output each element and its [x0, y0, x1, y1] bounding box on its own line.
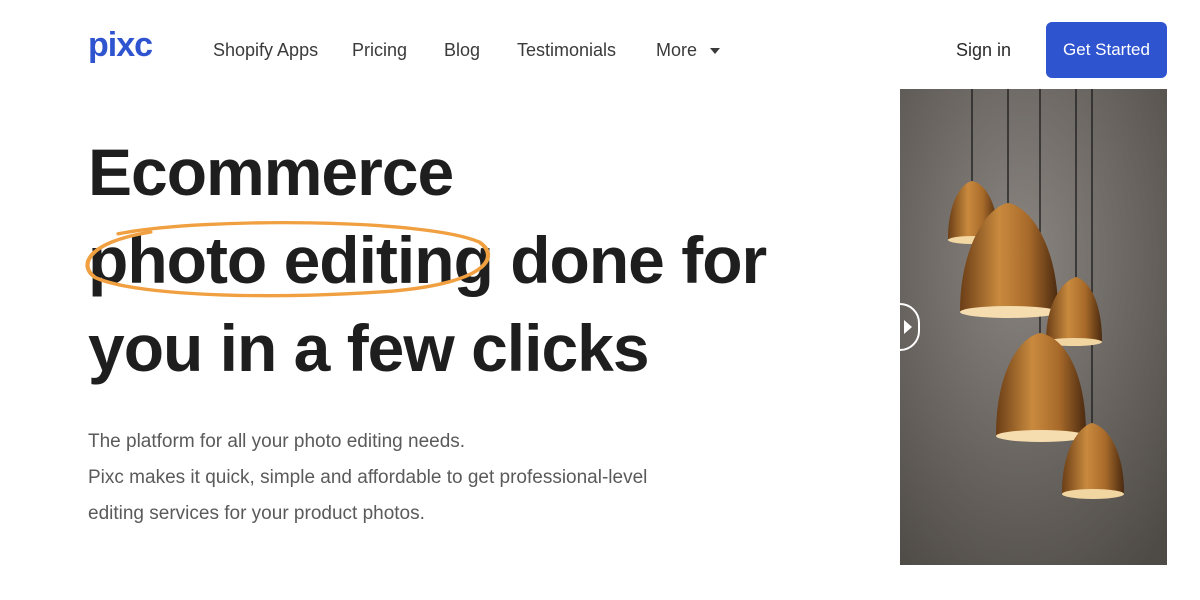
main-nav: Shopify Apps Pricing Blog Testimonials M…	[0, 40, 900, 64]
image-slider-handle[interactable]	[880, 303, 920, 351]
nav-shopify-apps[interactable]: Shopify Apps	[213, 40, 318, 61]
nav-pricing[interactable]: Pricing	[352, 40, 407, 61]
hero-lamp-photo	[900, 89, 1167, 565]
headline-highlight-text: photo editing	[88, 223, 494, 297]
subtext-line-3: editing services for your product photos…	[88, 503, 425, 524]
headline-highlight: photo editing	[85, 220, 494, 298]
nav-more-dropdown[interactable]: More	[656, 40, 721, 61]
subtext-line-2: Pixc makes it quick, simple and affordab…	[88, 467, 648, 488]
nav-more-label: More	[656, 40, 698, 60]
hero-subtext: The platform for all your photo editing …	[88, 424, 768, 532]
subtext-line-1: The platform for all your photo editing …	[88, 431, 466, 452]
nav-testimonials[interactable]: Testimonials	[517, 40, 616, 61]
nav-blog[interactable]: Blog	[444, 40, 480, 61]
headline-part-1: Ecommerce	[88, 135, 454, 209]
sign-in-link[interactable]: Sign in	[956, 40, 1011, 61]
play-arrow-icon	[904, 320, 912, 334]
hero-headline: Ecommerce photo editing done for you in …	[85, 128, 848, 392]
get-started-button[interactable]: Get Started	[1046, 22, 1167, 78]
caret-down-icon	[710, 48, 721, 55]
